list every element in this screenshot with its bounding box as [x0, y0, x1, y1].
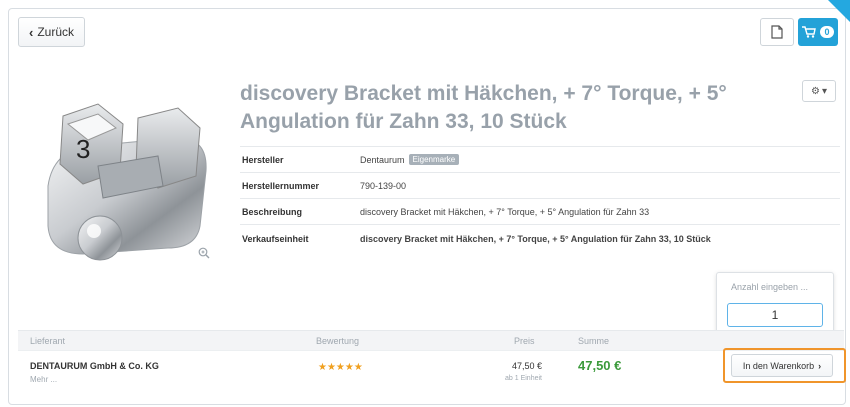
spec-row-article-number: Herstellernummer 790-139-00: [240, 172, 840, 199]
document-button[interactable]: [760, 18, 794, 46]
quantity-prompt: Anzahl eingeben ...: [731, 282, 809, 292]
cart-count-badge: 0: [820, 26, 834, 38]
settings-dropdown-button[interactable]: ⚙ ▾: [802, 80, 836, 102]
column-price: Preis: [514, 336, 535, 346]
gear-icon: ⚙: [811, 85, 820, 97]
caret-down-icon: ▾: [821, 85, 827, 97]
bracket-illustration: 3: [47, 103, 207, 261]
spec-label: Verkaufseinheit: [240, 224, 358, 253]
zoom-icon[interactable]: [198, 246, 210, 264]
product-image[interactable]: 3: [28, 76, 218, 266]
bracket-number: 3: [76, 134, 90, 164]
more-link[interactable]: Mehr ...: [30, 375, 57, 384]
product-title: discovery Bracket mit Häkchen, + 7° Torq…: [240, 82, 727, 133]
offers-table-header: Lieferant Bewertung Preis Summe: [18, 330, 844, 351]
own-brand-badge: Eigenmarke: [408, 154, 460, 165]
spec-value: Dentaurum Eigenmarke: [358, 146, 840, 173]
spec-label: Herstellernummer: [240, 172, 358, 199]
column-supplier: Lieferant: [30, 336, 66, 346]
unit-price: 47,50 €: [511, 361, 542, 371]
rating-stars: ★★★★★: [318, 362, 363, 373]
quantity-popover: Anzahl eingeben ...: [716, 272, 834, 344]
quantity-input[interactable]: [727, 303, 823, 327]
chevron-right-icon: ›: [818, 360, 822, 371]
spec-value: discovery Bracket mit Häkchen, + 7° Torq…: [358, 224, 840, 253]
spec-label: Hersteller: [240, 146, 358, 173]
total-price: 47,50 €: [578, 358, 622, 373]
spec-row-manufacturer: Hersteller Dentaurum Eigenmarke: [240, 146, 840, 173]
document-icon: [771, 25, 783, 39]
spec-label: Beschreibung: [240, 198, 358, 225]
spec-row-description: Beschreibung discovery Bracket mit Häkch…: [240, 198, 840, 225]
spec-value: 790-139-00: [358, 172, 840, 199]
supplier-name: DENTAURUM GmbH & Co. KG: [30, 361, 159, 371]
offer-row: DENTAURUM GmbH & Co. KG Mehr ... ★★★★★ 4…: [18, 350, 844, 387]
price-unit: ab 1 Einheit: [505, 375, 542, 382]
product-specs: Hersteller Dentaurum Eigenmarke Herstelle…: [240, 146, 840, 253]
spec-row-sales-unit: Verkaufseinheit discovery Bracket mit Hä…: [240, 224, 840, 253]
back-button[interactable]: ‹ Zurück: [18, 17, 86, 47]
column-rating: Bewertung: [316, 336, 360, 346]
cart-button[interactable]: 0: [798, 18, 838, 46]
back-button-label: Zurück: [37, 25, 75, 39]
spec-value: discovery Bracket mit Häkchen, + 7° Torq…: [358, 198, 840, 225]
add-to-cart-button[interactable]: In den Warenkorb ›: [731, 354, 833, 377]
cart-icon: [802, 26, 817, 38]
chevron-left-icon: ‹: [29, 24, 34, 40]
manufacturer-name: Dentaurum: [360, 155, 405, 165]
add-to-cart-label: In den Warenkorb: [742, 360, 815, 371]
column-total: Summe: [578, 336, 610, 346]
